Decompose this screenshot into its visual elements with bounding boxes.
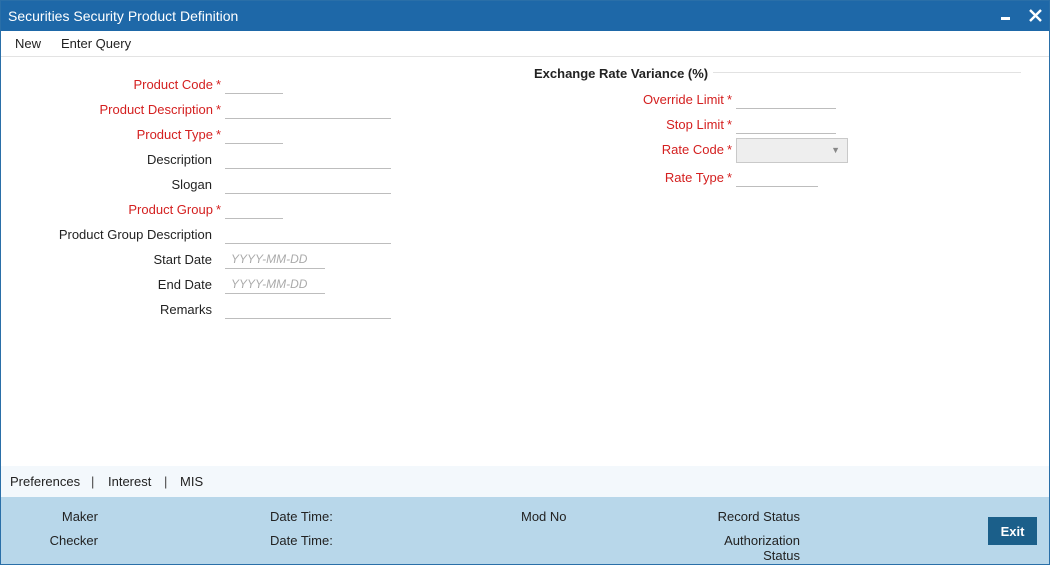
checker-date-time-label: Date Time:: [270, 533, 333, 548]
rate-code-select[interactable]: ▼: [736, 138, 848, 163]
stop-limit-input[interactable]: [736, 114, 836, 134]
rate-code-label: Rate Code *: [661, 142, 732, 157]
menu-bar: New Enter Query: [1, 31, 1049, 57]
product-code-label: Product Code *: [133, 77, 221, 92]
description-input[interactable]: [225, 149, 391, 169]
end-date-input[interactable]: [225, 274, 325, 294]
close-icon[interactable]: [1026, 5, 1046, 25]
product-group-description-input[interactable]: [225, 224, 391, 244]
rate-type-label: Rate Type *: [664, 170, 732, 185]
product-definition-window: Securities Security Product Definition N…: [0, 0, 1050, 565]
override-limit-input[interactable]: [736, 89, 836, 109]
checker-label: Checker: [49, 533, 98, 548]
start-date-input[interactable]: [225, 249, 325, 269]
audit-footer: Maker Checker Date Time: Date Time: Mod …: [1, 497, 1049, 564]
product-type-label: Product Type *: [136, 127, 221, 142]
maker-label: Maker: [61, 509, 98, 524]
product-group-input[interactable]: [225, 199, 283, 219]
sub-navigation: Preferences | Interest | MIS: [1, 466, 1049, 497]
exit-button[interactable]: Exit: [988, 517, 1037, 545]
tab-interest[interactable]: Interest: [108, 474, 151, 489]
description-label: Description: [146, 152, 212, 167]
maker-date-time-label: Date Time:: [270, 509, 333, 524]
start-date-label: Start Date: [153, 252, 212, 267]
product-group-description-label: Product Group Description: [58, 227, 212, 242]
rate-type-input[interactable]: [736, 167, 818, 187]
new-menu-item[interactable]: New: [15, 36, 41, 51]
record-status-label: Record Status: [717, 509, 800, 524]
section-divider: [713, 72, 1021, 73]
product-group-label: Product Group *: [128, 202, 221, 217]
remarks-label: Remarks: [159, 302, 212, 317]
tab-preferences[interactable]: Preferences: [10, 474, 80, 489]
product-code-input[interactable]: [225, 74, 283, 94]
enter-query-menu-item[interactable]: Enter Query: [61, 36, 131, 51]
product-description-input[interactable]: [225, 99, 391, 119]
tab-mis[interactable]: MIS: [180, 474, 203, 489]
authorization-status-label-line2: Status: [763, 548, 800, 563]
stop-limit-label: Stop Limit *: [666, 117, 732, 132]
product-type-input[interactable]: [225, 124, 283, 144]
exchange-rate-section-title: Exchange Rate Variance (%): [534, 66, 709, 81]
slogan-label: Slogan: [171, 177, 212, 192]
tab-separator: |: [91, 474, 95, 489]
end-date-label: End Date: [157, 277, 212, 292]
minimize-icon[interactable]: [996, 5, 1016, 25]
remarks-input[interactable]: [225, 299, 391, 319]
tab-separator: |: [164, 474, 168, 489]
chevron-down-icon: ▼: [831, 145, 840, 155]
title-bar: Securities Security Product Definition: [1, 1, 1049, 31]
authorization-status-label-line1: Authorization: [724, 533, 800, 548]
slogan-input[interactable]: [225, 174, 391, 194]
mod-no-label: Mod No: [521, 509, 567, 524]
product-description-label: Product Description *: [99, 102, 221, 117]
window-title: Securities Security Product Definition: [8, 8, 239, 24]
override-limit-label: Override Limit *: [643, 92, 732, 107]
